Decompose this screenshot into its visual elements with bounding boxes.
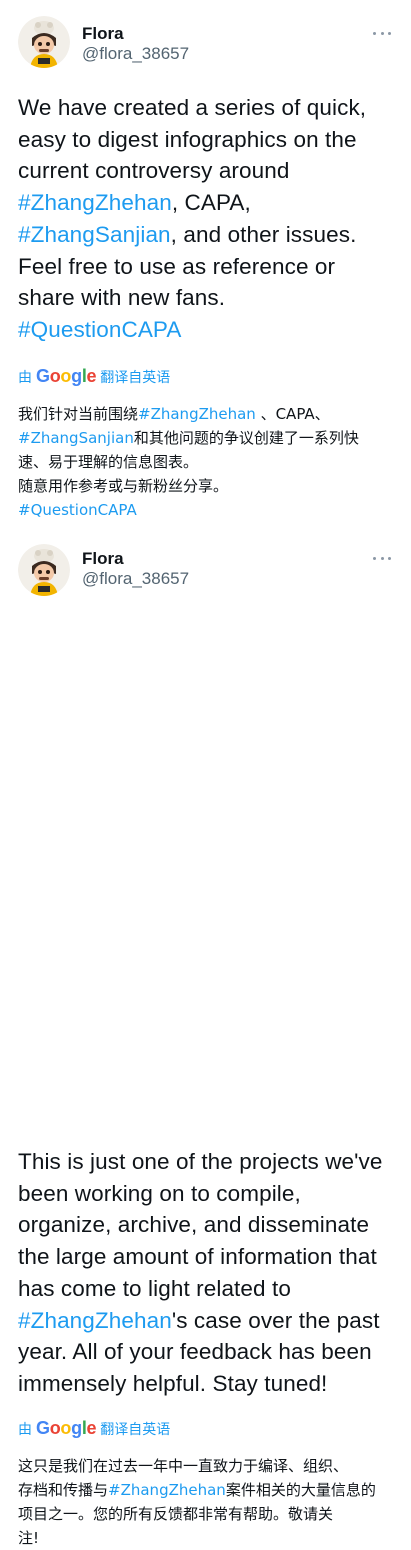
user-handle[interactable]: @flora_38657 [82,44,189,64]
tweet-text: This is just one of the projects we've b… [18,1146,398,1400]
display-name[interactable]: Flora [82,549,124,569]
text-segment: This is just one of the projects we've b… [18,1149,383,1301]
hashtag-link[interactable]: #QuestionCAPA [18,501,137,519]
translation-attribution[interactable]: 由 Google 翻译自英语 [18,1418,170,1439]
translate-prefix: 由 [18,1420,32,1437]
text-segment: 我们针对当前围绕 [18,405,139,423]
more-horizontal-icon[interactable] [373,24,391,42]
translation-attribution[interactable]: 由 Google 翻译自英语 [18,366,170,387]
text-segment: , CAPA, [171,190,251,216]
text-segment: We have created a series of quick, easy … [18,95,367,184]
translate-prefix: 由 [18,368,32,385]
translate-label: 翻译自英语 [100,368,171,385]
display-name[interactable]: Flora [82,24,124,44]
hashtag-link[interactable]: #ZhangZhehan [108,1481,226,1499]
hashtag-link[interactable]: #QuestionCAPA [18,317,181,342]
user-handle[interactable]: @flora_38657 [82,569,189,589]
translated-text: 我们针对当前围绕#ZhangZhehan 、CAPA、 #ZhangSanjia… [18,402,393,522]
translate-label: 翻译自英语 [100,1420,171,1437]
google-logo: Google [36,1418,97,1438]
hashtag-link[interactable]: #ZhangZhehan [18,1308,172,1333]
hashtag-link[interactable]: #ZhangSanjian [18,222,171,247]
more-horizontal-icon[interactable] [373,549,391,567]
tweet-text: We have created a series of quick, easy … [18,92,398,346]
text-segment: 、CAPA、 [260,405,330,423]
avatar[interactable] [18,544,70,596]
translated-text: 这只是我们在过去一年中一直致力于编译、组织、 存档和传播与#ZhangZheha… [18,1454,393,1550]
hashtag-link[interactable]: #ZhangZhehan [138,405,256,423]
google-logo: Google [36,366,97,386]
avatar[interactable] [18,16,70,68]
hashtag-link[interactable]: #ZhangSanjian [18,429,134,447]
hashtag-link[interactable]: #ZhangZhehan [18,190,172,215]
